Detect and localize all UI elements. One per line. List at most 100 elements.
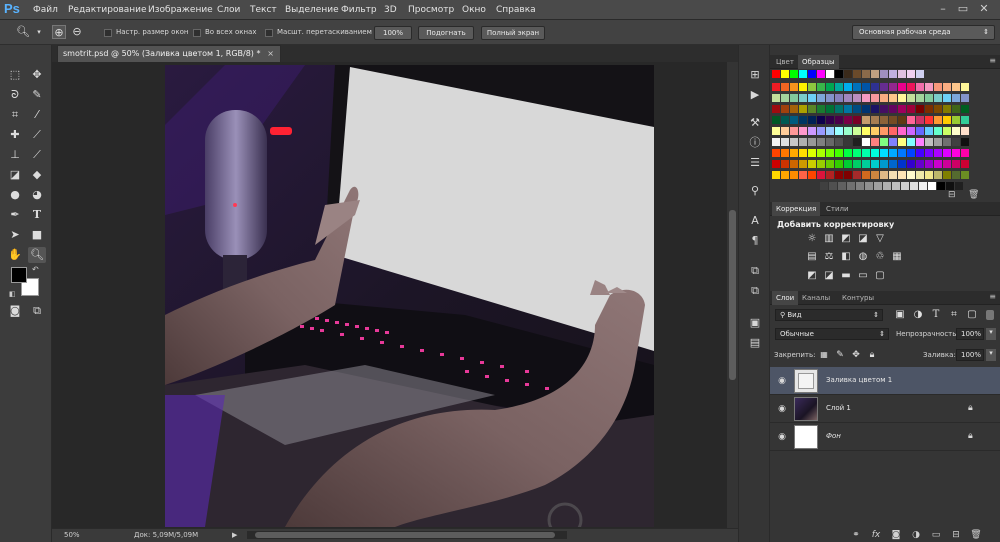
swatch[interactable] (799, 171, 807, 179)
swatch[interactable] (955, 182, 963, 190)
swatch[interactable] (799, 105, 807, 113)
swatch[interactable] (835, 138, 843, 146)
swatch[interactable] (772, 160, 780, 168)
type-tool-icon[interactable]: T (28, 207, 46, 223)
hue-saturation-icon[interactable]: ▤ (806, 251, 818, 263)
menu-edit[interactable]: Редактирование (68, 5, 147, 15)
info-icon[interactable]: ⓘ (747, 135, 763, 151)
vertical-scrollbar[interactable] (727, 62, 738, 528)
swatch[interactable] (844, 149, 852, 157)
swatch[interactable] (871, 83, 879, 91)
swatch[interactable] (934, 127, 942, 135)
swatch[interactable] (853, 138, 861, 146)
eye-icon[interactable]: ◉ (776, 375, 788, 387)
swatch[interactable] (853, 171, 861, 179)
swatch[interactable] (829, 182, 837, 190)
zoom-tool-icon[interactable]: 🔍︎ (28, 247, 46, 263)
chevron-down-icon[interactable]: ▾ (32, 25, 46, 39)
swatch[interactable] (898, 94, 906, 102)
swatch[interactable] (871, 138, 879, 146)
swatch[interactable] (889, 127, 897, 135)
swatch[interactable] (880, 138, 888, 146)
tab-styles[interactable]: Стили (822, 202, 853, 216)
swatch[interactable] (952, 83, 960, 91)
swatch[interactable] (808, 116, 816, 124)
swatch[interactable] (853, 105, 861, 113)
swatch[interactable] (817, 149, 825, 157)
horizontal-scroll-thumb[interactable] (255, 532, 555, 538)
swatch[interactable] (790, 83, 798, 91)
document-tab[interactable]: smotrit.psd @ 50% (Заливка цветом 1, RGB… (57, 45, 281, 62)
swatch[interactable] (925, 127, 933, 135)
swatch[interactable] (799, 83, 807, 91)
swatch[interactable] (853, 94, 861, 102)
paragraph-icon[interactable]: ¶ (747, 233, 763, 249)
swatch[interactable] (880, 70, 888, 78)
swatch[interactable] (862, 127, 870, 135)
swatch[interactable] (826, 171, 834, 179)
swatch[interactable] (781, 94, 789, 102)
tab-adjustments[interactable]: Коррекция (772, 202, 821, 216)
swatch[interactable] (790, 70, 798, 78)
swatch[interactable] (907, 116, 915, 124)
swatch[interactable] (889, 171, 897, 179)
swatch[interactable] (889, 70, 897, 78)
screen-mode-icon[interactable]: ⧉ (28, 303, 46, 319)
swatch[interactable] (871, 160, 879, 168)
swatch[interactable] (934, 94, 942, 102)
swatch[interactable] (961, 171, 969, 179)
swatch[interactable] (925, 171, 933, 179)
swatch[interactable] (820, 182, 828, 190)
swatch[interactable] (889, 138, 897, 146)
swatch[interactable] (826, 83, 834, 91)
swatch[interactable] (808, 127, 816, 135)
swatch-grid[interactable] (772, 70, 984, 190)
full-screen-button[interactable]: Полный экран (481, 26, 545, 40)
fill-dropdown-icon[interactable]: ▾ (986, 349, 996, 361)
clone-source-icon[interactable]: ⧉ (747, 263, 763, 279)
swatch[interactable] (808, 160, 816, 168)
swatch[interactable] (853, 127, 861, 135)
layer-comps-icon[interactable]: ⧉ (747, 283, 763, 299)
swatch[interactable] (943, 127, 951, 135)
swatch[interactable] (781, 105, 789, 113)
fit-screen-button[interactable]: Подогнать (418, 26, 474, 40)
swatch[interactable] (826, 127, 834, 135)
swatch[interactable] (826, 149, 834, 157)
swatch[interactable] (880, 83, 888, 91)
swatch[interactable] (916, 105, 924, 113)
swatch[interactable] (790, 160, 798, 168)
swatch[interactable] (934, 138, 942, 146)
swatch[interactable] (925, 116, 933, 124)
swatch[interactable] (781, 116, 789, 124)
clone-stamp-tool-icon[interactable]: ⊥ (6, 147, 24, 163)
swatch[interactable] (862, 138, 870, 146)
swatch[interactable] (772, 94, 780, 102)
swatch[interactable] (853, 83, 861, 91)
swatch[interactable] (772, 127, 780, 135)
swatch[interactable] (781, 149, 789, 157)
swatch[interactable] (781, 160, 789, 168)
swatch[interactable] (907, 83, 915, 91)
swatch[interactable] (826, 105, 834, 113)
trash-icon[interactable]: 🗑︎ (968, 190, 979, 200)
swatch[interactable] (862, 160, 870, 168)
path-select-tool-icon[interactable]: ➤ (6, 227, 24, 243)
link-layers-icon[interactable]: ⚭ (850, 529, 862, 541)
swatch[interactable] (925, 94, 933, 102)
swatch[interactable] (844, 70, 852, 78)
swatch[interactable] (874, 182, 882, 190)
actions-icon[interactable]: ▶ (747, 87, 763, 103)
lock-all-icon[interactable]: 🔒︎ (866, 349, 878, 361)
color-lookup-icon[interactable]: ▦ (891, 251, 903, 263)
close-window-icon[interactable]: ✕ (977, 2, 991, 16)
swatch[interactable] (898, 116, 906, 124)
swatch[interactable] (907, 70, 915, 78)
threshold-icon[interactable]: ▬ (840, 270, 852, 282)
horizontal-scrollbar[interactable] (247, 531, 567, 539)
menu-help[interactable]: Справка (496, 5, 536, 15)
swatch[interactable] (862, 70, 870, 78)
swatch[interactable] (961, 127, 969, 135)
menu-file[interactable]: Файл (33, 5, 58, 15)
zoom-tool-icon[interactable]: 🔍︎ (16, 25, 30, 39)
